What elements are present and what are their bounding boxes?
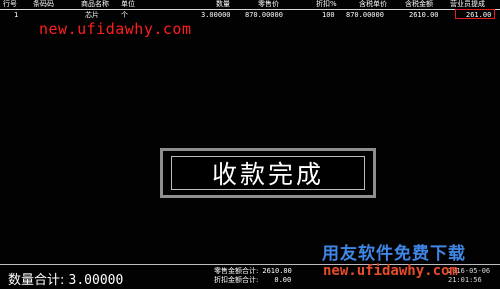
highlight-box — [455, 9, 495, 19]
cell-tax-unit-price: 870.00000 — [346, 11, 384, 19]
watermark-url-bottom: new.ufidawhy.com — [323, 263, 458, 279]
retail-total-label: 零售金额合计: — [214, 267, 259, 275]
col-header-line-no: 行号 — [3, 0, 17, 8]
col-header-tax-amount: 含税金额 — [405, 0, 433, 8]
watermark-cn-bottom: 用友软件免费下载 — [322, 244, 466, 264]
col-header-retail-price: 零售价 — [258, 0, 279, 8]
col-header-discount: 折扣% — [316, 0, 337, 8]
col-header-tax-unit-price: 含税单价 — [359, 0, 387, 8]
quantity-total-label: 数量合计: — [8, 273, 65, 288]
watermark-url-top: new.ufidawhy.com — [39, 20, 192, 38]
col-header-commission: 营业员提成 — [450, 0, 485, 8]
quantity-total: 数量合计: 3.00000 — [8, 269, 123, 288]
dialog-message: 收款完成 — [171, 156, 365, 190]
cell-retail-price: 870.00000 — [245, 11, 283, 19]
col-header-unit: 单位 — [121, 0, 135, 8]
discount-total-value: 0.00 — [274, 276, 292, 284]
col-header-product-name: 商品名称 — [81, 0, 109, 8]
cell-discount: 100 — [322, 11, 335, 19]
col-header-barcode: 条码码 — [33, 0, 54, 8]
retail-total-row: 零售金额合计: 2610.00 — [214, 267, 292, 276]
quantity-total-value: 3.00000 — [68, 273, 124, 288]
retail-total-value: 2610.00 — [262, 267, 292, 275]
col-header-quantity: 数量 — [216, 0, 230, 8]
pos-screen: 行号 条码码 商品名称 单位 数量 零售价 折扣% 含税单价 含税金额 营业员提… — [0, 0, 500, 289]
cell-line-no: 1 — [14, 11, 19, 19]
table-header: 行号 条码码 商品名称 单位 数量 零售价 折扣% 含税单价 含税金额 营业员提… — [0, 0, 500, 9]
table-row[interactable]: 1 芯片 个 3.00000 870.00000 100 870.00000 2… — [0, 10, 500, 20]
cell-tax-amount: 2610.00 — [409, 11, 439, 19]
cell-unit: 个 — [121, 11, 128, 19]
cell-quantity: 3.00000 — [201, 11, 231, 19]
discount-total-row: 折扣金额合计: 0.00 — [214, 276, 292, 285]
discount-total-label: 折扣金额合计: — [214, 276, 259, 284]
payment-complete-dialog: 收款完成 — [160, 148, 376, 198]
amount-totals: 零售金额合计: 2610.00 折扣金额合计: 0.00 — [214, 267, 292, 285]
cell-product-name: 芯片 — [85, 11, 99, 19]
